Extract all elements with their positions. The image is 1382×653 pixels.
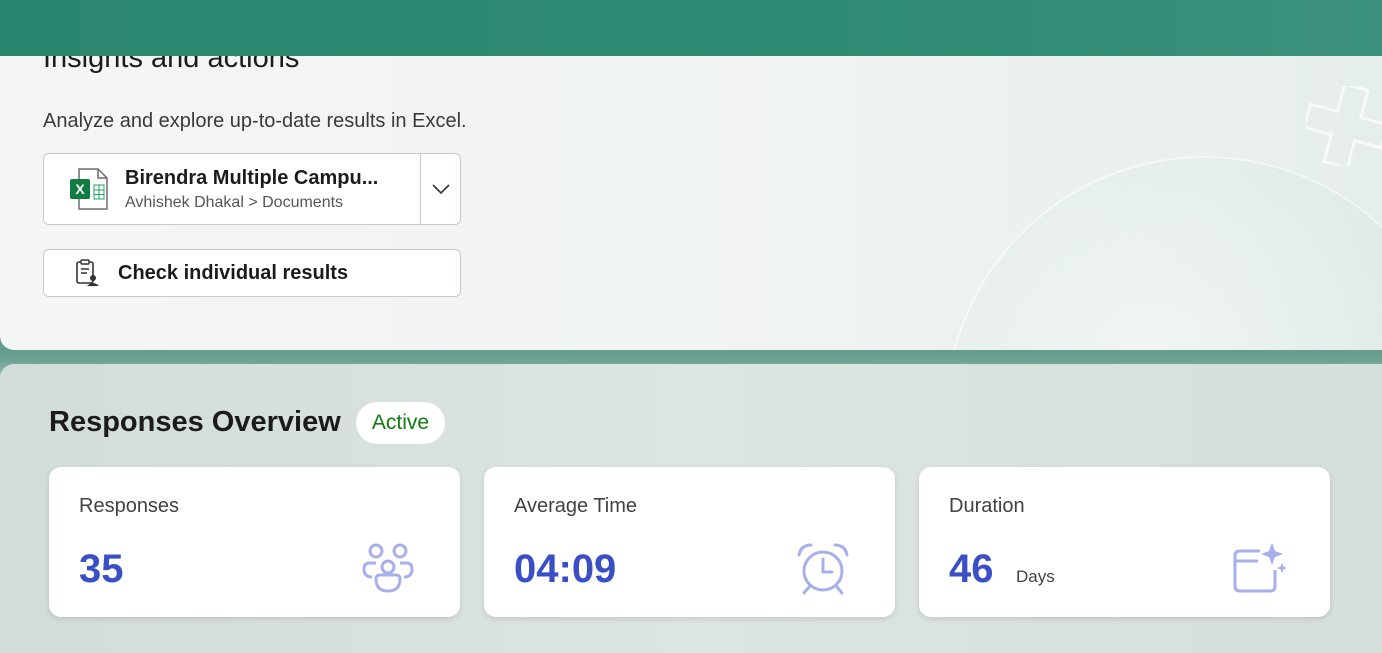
excel-file-picker: X Birendra Multiple Campu... Avhishek Dh… (43, 153, 461, 225)
stat-value: 35 (79, 547, 124, 591)
svg-text:X: X (75, 181, 85, 197)
stat-label: Average Time (514, 495, 638, 517)
check-individual-results-button[interactable]: Check individual results (43, 249, 461, 297)
globe-decoration (945, 156, 1382, 350)
status-badge: Active (356, 402, 445, 444)
overview-title: Responses Overview (49, 406, 341, 438)
duration-stat-card: Duration 46 Days (919, 467, 1330, 617)
stat-label: Duration (949, 495, 1025, 517)
stat-value: 46 (949, 547, 994, 591)
alarm-clock-icon (797, 543, 849, 595)
plus-decoration-icon (1306, 86, 1382, 166)
file-path: Avhishek Dhakal > Documents (125, 193, 344, 211)
excel-file-icon: X (70, 167, 110, 211)
open-excel-file-button[interactable]: X Birendra Multiple Campu... Avhishek Dh… (44, 154, 420, 224)
file-name: Birendra Multiple Campu... (125, 166, 379, 189)
responses-overview-panel: Responses Overview Active Responses 35 A… (0, 364, 1382, 653)
insights-card: Insights and actions Analyze and explore… (0, 56, 1382, 350)
clipboard-person-icon (76, 259, 99, 286)
check-results-label: Check individual results (118, 261, 349, 284)
file-options-dropdown[interactable] (420, 154, 460, 224)
insights-title: Insights and actions (43, 56, 300, 74)
stat-value: 04:09 (514, 547, 617, 591)
insights-description: Analyze and explore up-to-date results i… (43, 110, 467, 132)
people-icon (362, 543, 414, 593)
top-banner (0, 0, 1382, 56)
average-time-stat-card: Average Time 04:09 (484, 467, 895, 617)
calendar-sparkle-icon (1233, 543, 1286, 593)
stat-label: Responses (79, 495, 180, 517)
stat-unit: Days (1016, 567, 1055, 586)
chevron-down-icon (431, 184, 450, 195)
responses-stat-card: Responses 35 (49, 467, 460, 617)
